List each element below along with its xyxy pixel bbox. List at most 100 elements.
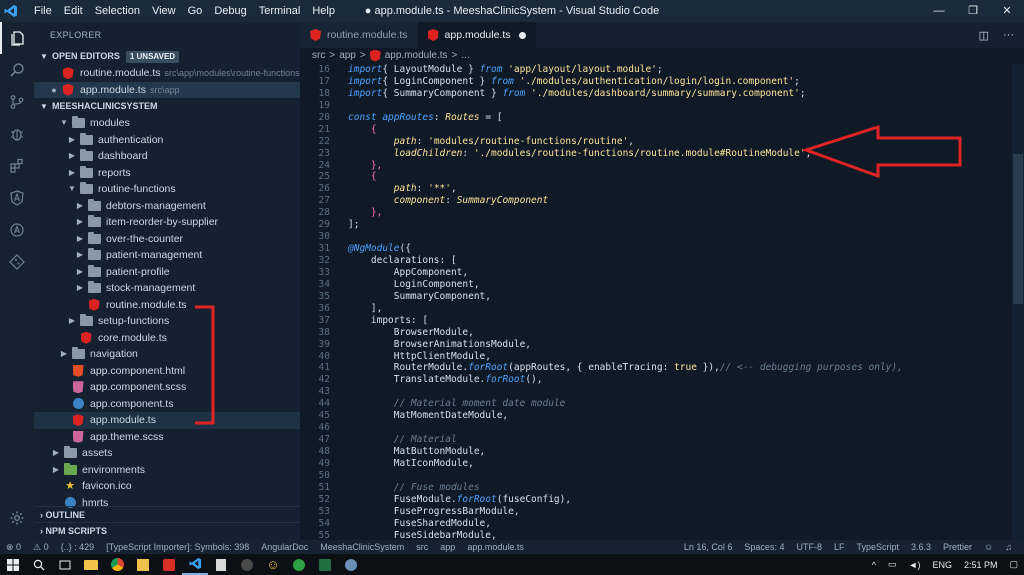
- tree-folder[interactable]: ▶ dashboard: [34, 148, 300, 165]
- menu-terminal[interactable]: Terminal: [253, 0, 307, 22]
- path-segment[interactable]: app.module.ts: [467, 542, 524, 552]
- tree-folder[interactable]: ▶ stock-management: [34, 280, 300, 297]
- menu-debug[interactable]: Debug: [208, 0, 252, 22]
- search-icon[interactable]: [26, 554, 52, 575]
- menu-file[interactable]: File: [28, 0, 58, 22]
- chrome-icon[interactable]: [104, 554, 130, 575]
- tree-folder[interactable]: ▶ assets: [34, 445, 300, 462]
- clock[interactable]: 2:51 PM: [964, 560, 998, 570]
- editor-scrollbar[interactable]: [1012, 64, 1024, 540]
- tree-file[interactable]: ★ favicon.ico: [34, 478, 300, 495]
- errors-indicator[interactable]: ⊗ 0: [6, 542, 21, 553]
- tree-folder[interactable]: ▼ modules: [34, 115, 300, 132]
- maximize-button[interactable]: ❐: [956, 0, 990, 22]
- unsaved-dot-icon[interactable]: [518, 31, 526, 39]
- task-view-icon[interactable]: [52, 554, 78, 575]
- volume-icon[interactable]: ◄): [909, 560, 921, 570]
- tab-routine-module[interactable]: routine.module.ts: [300, 22, 418, 48]
- open-editor-item[interactable]: ● app.module.ts src\app: [34, 81, 300, 99]
- path-segment[interactable]: app: [440, 542, 455, 552]
- tree-folder[interactable]: ▶ patient-profile: [34, 264, 300, 281]
- tray-chevron-up-icon[interactable]: ^: [872, 560, 876, 570]
- menu-view[interactable]: View: [146, 0, 182, 22]
- tree-file[interactable]: app.component.scss: [34, 379, 300, 396]
- excel-icon[interactable]: [312, 554, 338, 575]
- project-header[interactable]: ▼ MEESHACLINICSYSTEM: [34, 98, 300, 115]
- open-editors-header[interactable]: ▼ OPEN EDITORS 1 UNSAVED: [34, 48, 300, 65]
- git-graph-icon[interactable]: [0, 246, 34, 278]
- document-app-icon[interactable]: [208, 554, 234, 575]
- tree-file[interactable]: app.component.html: [34, 363, 300, 380]
- tree-folder[interactable]: ▶ debtors-management: [34, 198, 300, 215]
- menu-edit[interactable]: Edit: [58, 0, 89, 22]
- ts-importer-status[interactable]: [TypeScript Importer]: Symbols: 398: [106, 542, 249, 552]
- encoding-status[interactable]: UTF-8: [796, 542, 822, 552]
- tree-folder[interactable]: ▶ patient-management: [34, 247, 300, 264]
- open-editor-item[interactable]: routine.module.ts src\app\modules\routin…: [34, 65, 300, 82]
- tree-folder[interactable]: ▶ navigation: [34, 346, 300, 363]
- npm-scripts-header[interactable]: › NPM SCRIPTS: [34, 522, 300, 538]
- warnings-indicator[interactable]: ⚠ 0: [33, 542, 49, 553]
- tree-file[interactable]: app.module.ts: [34, 412, 300, 429]
- angular-icon[interactable]: [0, 182, 34, 214]
- indentation-status[interactable]: Spaces: 4: [744, 542, 784, 552]
- tree-file[interactable]: core.module.ts: [34, 330, 300, 347]
- tree-folder[interactable]: ▶ over-the-counter: [34, 231, 300, 248]
- vscode-taskbar-icon[interactable]: [182, 554, 208, 575]
- tree-file[interactable]: routine.module.ts: [34, 297, 300, 314]
- language-indicator[interactable]: ENG: [932, 560, 952, 570]
- tree-file[interactable]: app.component.ts: [34, 396, 300, 413]
- settings-gear-icon[interactable]: [0, 502, 34, 534]
- file-explorer-icon[interactable]: [78, 554, 104, 575]
- angular-doc-status[interactable]: AngularDoc: [261, 542, 308, 552]
- menu-go[interactable]: Go: [182, 0, 209, 22]
- smiley-feedback-icon[interactable]: ☺: [984, 542, 993, 552]
- tree-file[interactable]: app.theme.scss: [34, 429, 300, 446]
- tab-app-module[interactable]: app.module.ts: [417, 22, 536, 48]
- split-editor-icon[interactable]: ◫: [979, 29, 989, 42]
- outline-header[interactable]: › OUTLINE: [34, 506, 300, 522]
- breadcrumb-file[interactable]: app.module.ts: [385, 48, 448, 63]
- notes-app-icon[interactable]: [130, 554, 156, 575]
- brace-counter[interactable]: {..} : 429: [61, 542, 95, 552]
- bell-icon[interactable]: ♫: [1005, 542, 1012, 552]
- angular-console-icon[interactable]: [0, 214, 34, 246]
- red-app-icon[interactable]: [156, 554, 182, 575]
- debug-icon[interactable]: [0, 118, 34, 150]
- eol-status[interactable]: LF: [834, 542, 845, 552]
- ts-version-status[interactable]: 3.6.3: [911, 542, 931, 552]
- menu-selection[interactable]: Selection: [89, 0, 146, 22]
- code-editor[interactable]: 16 import{ LayoutModule } from 'app/layou…: [300, 64, 1012, 540]
- close-button[interactable]: ✕: [990, 0, 1024, 22]
- tree-folder[interactable]: ▶ environments: [34, 462, 300, 479]
- breadcrumb-src[interactable]: src: [312, 48, 325, 63]
- menu-help[interactable]: Help: [306, 0, 341, 22]
- source-control-icon[interactable]: [0, 86, 34, 118]
- breadcrumb-symbol[interactable]: ...: [461, 48, 469, 63]
- extensions-icon[interactable]: [0, 150, 34, 182]
- search-icon[interactable]: [0, 54, 34, 86]
- path-segment[interactable]: src: [416, 542, 428, 552]
- more-actions-icon[interactable]: ···: [1003, 29, 1014, 41]
- breadcrumb-app[interactable]: app: [339, 48, 356, 63]
- project-path-status[interactable]: MeeshaClinicSystem: [320, 542, 404, 552]
- windows-start-icon[interactable]: [0, 554, 26, 575]
- app-icon[interactable]: [234, 554, 260, 575]
- tree-folder[interactable]: ▶ authentication: [34, 132, 300, 149]
- notifications-icon[interactable]: ▢: [1009, 559, 1018, 570]
- unsaved-dot-icon[interactable]: ●: [48, 82, 60, 99]
- scrollbar-thumb[interactable]: [1013, 154, 1023, 304]
- paint-app-icon[interactable]: [338, 554, 364, 575]
- cursor-position[interactable]: Ln 16, Col 6: [684, 542, 733, 552]
- tree-folder[interactable]: ▶ item-reorder-by-supplier: [34, 214, 300, 231]
- explorer-icon[interactable]: [0, 22, 34, 54]
- tree-folder[interactable]: ▶ reports: [34, 165, 300, 182]
- network-icon[interactable]: ▭: [888, 559, 897, 570]
- tree-folder[interactable]: ▶ setup-functions: [34, 313, 300, 330]
- smiley-app-icon[interactable]: ☺: [260, 554, 286, 575]
- prettier-status[interactable]: Prettier: [943, 542, 972, 552]
- tree-folder[interactable]: ▼ routine-functions: [34, 181, 300, 198]
- minimize-button[interactable]: —: [922, 0, 956, 22]
- language-status[interactable]: TypeScript: [856, 542, 899, 552]
- green-app-icon[interactable]: [286, 554, 312, 575]
